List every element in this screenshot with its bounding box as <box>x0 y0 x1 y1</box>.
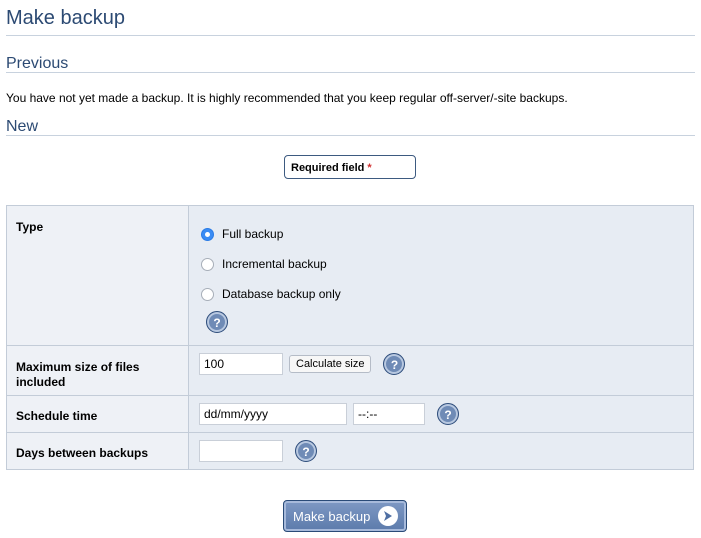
max-size-label: Maximum size of files included <box>6 345 189 396</box>
required-field-legend: Required field * <box>284 155 416 179</box>
backup-page: Make backup Previous You have not yet ma… <box>6 0 695 470</box>
schedule-field: ? <box>188 395 694 433</box>
days-help-icon[interactable]: ? <box>295 440 317 462</box>
radio-option-incremental[interactable]: Incremental backup <box>199 249 693 279</box>
previous-note: You have not yet made a backup. It is hi… <box>6 91 568 105</box>
required-star: * <box>367 162 372 174</box>
radio-option-database[interactable]: Database backup only <box>199 279 693 309</box>
max-size-help-icon[interactable]: ? <box>383 353 406 375</box>
type-label: Type <box>6 205 189 346</box>
make-backup-button[interactable]: Make backup <box>283 500 407 532</box>
radio-full-backup-label[interactable]: Full backup <box>222 227 283 241</box>
radio-full-backup[interactable] <box>201 227 214 241</box>
days-input[interactable] <box>199 440 283 462</box>
page-title: Make backup <box>6 0 695 36</box>
schedule-label: Schedule time <box>6 395 189 433</box>
days-label: Days between backups <box>6 432 189 470</box>
previous-heading: Previous <box>6 55 695 73</box>
radio-incremental-backup[interactable] <box>201 257 214 271</box>
schedule-row: Schedule time ? <box>6 395 694 433</box>
make-backup-button-label[interactable]: Make backup <box>293 509 370 524</box>
radio-database-backup[interactable] <box>201 287 214 301</box>
max-size-field: Calculate size ? <box>188 345 694 396</box>
type-radio-group: Full backup Incremental backup Database … <box>199 206 693 309</box>
type-help-icon[interactable]: ? <box>206 311 228 333</box>
required-field-label: Required field <box>291 162 365 174</box>
arrow-right-icon <box>378 506 399 526</box>
max-size-input[interactable] <box>199 353 283 375</box>
type-row: Type Full backup Incremental backup Data… <box>6 205 694 346</box>
schedule-date-input[interactable] <box>199 403 347 425</box>
backup-form-table: Type Full backup Incremental backup Data… <box>6 205 694 470</box>
calculate-size-button[interactable]: Calculate size <box>289 355 372 373</box>
schedule-time-input[interactable] <box>353 403 425 425</box>
type-field: Full backup Incremental backup Database … <box>188 205 694 346</box>
radio-incremental-backup-label[interactable]: Incremental backup <box>222 257 327 271</box>
radio-option-full[interactable]: Full backup <box>199 219 693 249</box>
days-row: Days between backups ? <box>6 432 694 470</box>
max-size-row: Maximum size of files included Calculate… <box>6 345 694 396</box>
schedule-help-icon[interactable]: ? <box>437 403 459 425</box>
radio-database-backup-label[interactable]: Database backup only <box>222 287 341 301</box>
new-heading: New <box>6 118 695 136</box>
days-field: ? <box>188 432 694 470</box>
